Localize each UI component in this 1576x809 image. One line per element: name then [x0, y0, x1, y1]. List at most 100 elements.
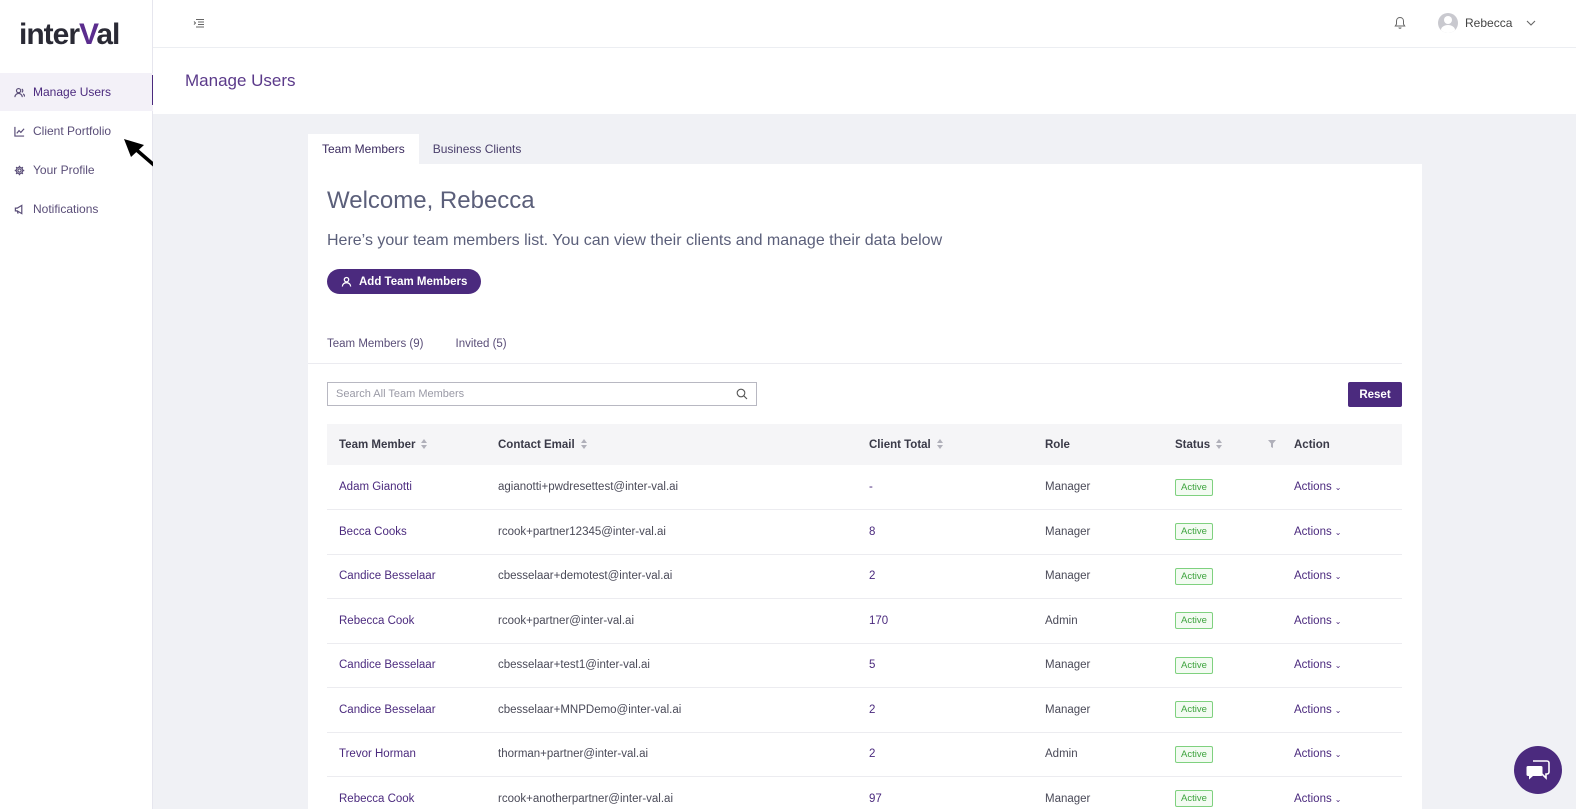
logo[interactable]: interVal: [19, 18, 120, 52]
client-total[interactable]: 8: [857, 509, 1033, 555]
contact-email: thorman+partner@inter-val.ai: [486, 732, 857, 777]
team-member-name[interactable]: Candice Besselaar: [327, 687, 486, 733]
chevron-down-icon: ⌄: [1334, 794, 1342, 804]
sort-icon[interactable]: [421, 439, 428, 450]
action-cell: Actions ⌄: [1282, 643, 1402, 688]
page-title: Manage Users: [185, 71, 296, 90]
actions-dropdown[interactable]: Actions ⌄: [1294, 704, 1341, 716]
column-header-role: Role: [1033, 424, 1163, 465]
action-cell: Actions ⌄: [1282, 732, 1402, 777]
tab-team-members-count[interactable]: Team Members (9): [327, 338, 424, 350]
sort-icon[interactable]: [580, 439, 587, 450]
action-cell: Actions ⌄: [1282, 776, 1402, 809]
team-member-name[interactable]: Candice Besselaar: [327, 554, 486, 599]
status-badge: Active: [1175, 523, 1213, 541]
action-cell: Actions ⌄: [1282, 554, 1402, 599]
chat-icon: [1526, 760, 1550, 780]
status-badge: Active: [1175, 612, 1213, 630]
user-menu[interactable]: Rebecca: [1438, 13, 1536, 33]
team-member-name[interactable]: Adam Gianotti: [327, 465, 486, 510]
status-cell: Active: [1163, 732, 1282, 777]
client-total[interactable]: 2: [857, 554, 1033, 599]
status-cell: Active: [1163, 643, 1282, 688]
table-row: Trevor Horman thorman+partner@inter-val.a…: [327, 732, 1402, 777]
actions-label: Actions: [1294, 525, 1332, 538]
main-tabs: Team Members Business Clients: [308, 134, 535, 164]
team-member-name[interactable]: Rebecca Cook: [327, 598, 486, 644]
actions-dropdown[interactable]: Actions ⌄: [1294, 659, 1341, 671]
status-badge: Active: [1175, 701, 1213, 719]
sidebar-item-manage-users[interactable]: Manage Users: [0, 73, 154, 111]
column-header-team-member[interactable]: Team Member: [327, 424, 486, 465]
sidebar-item-label: Notifications: [33, 202, 99, 216]
chevron-down-icon: ⌄: [1334, 750, 1342, 760]
sort-icon[interactable]: [936, 439, 943, 450]
table-row: Candice Besselaar cbesselaar+demotest@int…: [327, 554, 1402, 599]
client-total[interactable]: 2: [857, 732, 1033, 777]
team-member-name[interactable]: Trevor Horman: [327, 732, 486, 777]
divider: [308, 363, 1402, 364]
tab-business-clients[interactable]: Business Clients: [419, 134, 536, 164]
contact-email: rcook+anotherpartner@inter-val.ai: [486, 776, 857, 809]
contact-email: rcook+partner@inter-val.ai: [486, 598, 857, 644]
actions-label: Actions: [1294, 659, 1332, 672]
chevron-down-icon: [1526, 20, 1536, 26]
role: Admin: [1033, 598, 1163, 644]
actions-dropdown[interactable]: Actions ⌄: [1294, 748, 1341, 760]
sort-icon[interactable]: [1216, 439, 1223, 450]
column-header-client-total[interactable]: Client Total: [857, 424, 1033, 465]
chat-button[interactable]: [1514, 746, 1562, 794]
table-header-row: Team Member Contact Email Client Total R…: [327, 424, 1402, 465]
search-icon[interactable]: [736, 388, 748, 400]
status-badge: Active: [1175, 567, 1213, 585]
column-header-contact-email[interactable]: Contact Email: [486, 424, 857, 465]
menu-toggle-icon[interactable]: [193, 17, 205, 29]
tab-team-members[interactable]: Team Members: [308, 134, 419, 164]
status-cell: Active: [1163, 776, 1282, 809]
users-icon: [13, 86, 25, 98]
tab-invited-count[interactable]: Invited (5): [456, 338, 507, 350]
contact-email: cbesselaar+MNPDemo@inter-val.ai: [486, 687, 857, 733]
page-header: Manage Users: [153, 48, 1576, 114]
table-row: Adam Gianotti agianotti+pwdresettest@inte…: [327, 465, 1402, 510]
user-name: Rebecca: [1465, 16, 1513, 30]
welcome-heading: Welcome, Rebecca: [327, 187, 535, 214]
search-input[interactable]: [336, 388, 736, 400]
status-badge: Active: [1175, 478, 1213, 496]
table-row: Rebecca Cook rcook+anotherpartner@inter-v…: [327, 776, 1402, 809]
sidebar-item-label: Client Portfolio: [33, 124, 112, 138]
client-total[interactable]: 97: [857, 776, 1033, 809]
add-team-members-label: Add Team Members: [359, 275, 468, 288]
status-cell: Active: [1163, 465, 1282, 510]
actions-dropdown[interactable]: Actions ⌄: [1294, 793, 1341, 805]
team-member-name[interactable]: Becca Cooks: [327, 509, 486, 555]
filter-icon[interactable]: [1268, 440, 1277, 449]
client-total[interactable]: 2: [857, 687, 1033, 733]
client-total[interactable]: 170: [857, 598, 1033, 644]
add-team-members-button[interactable]: Add Team Members: [327, 269, 482, 294]
sidebar: interVal Manage Users Client Portfolio Y…: [0, 0, 154, 809]
client-total[interactable]: 5: [857, 643, 1033, 688]
role: Manager: [1033, 687, 1163, 733]
actions-label: Actions: [1294, 703, 1332, 716]
status-badge: Active: [1175, 656, 1213, 674]
chevron-down-icon: ⌄: [1334, 705, 1342, 715]
status-cell: Active: [1163, 687, 1282, 733]
reset-button[interactable]: Reset: [1348, 382, 1402, 407]
actions-label: Actions: [1294, 570, 1332, 583]
actions-dropdown[interactable]: Actions ⌄: [1294, 615, 1341, 627]
chevron-down-icon: ⌄: [1334, 572, 1342, 582]
bell-icon[interactable]: [1393, 16, 1407, 30]
chevron-down-icon: ⌄: [1334, 483, 1342, 492]
welcome-subtitle: Here’s your team members list. You can v…: [327, 232, 943, 249]
actions-dropdown[interactable]: Actions ⌄: [1294, 526, 1341, 538]
team-member-name[interactable]: Candice Besselaar: [327, 643, 486, 688]
client-total[interactable]: -: [857, 465, 1033, 510]
actions-dropdown[interactable]: Actions ⌄: [1294, 481, 1341, 493]
team-member-name[interactable]: Rebecca Cook: [327, 776, 486, 809]
action-cell: Actions ⌄: [1282, 509, 1402, 555]
column-header-status[interactable]: Status: [1163, 424, 1282, 465]
user-icon: [341, 276, 352, 287]
actions-dropdown[interactable]: Actions ⌄: [1294, 570, 1341, 582]
column-header-action: Action: [1282, 424, 1402, 465]
